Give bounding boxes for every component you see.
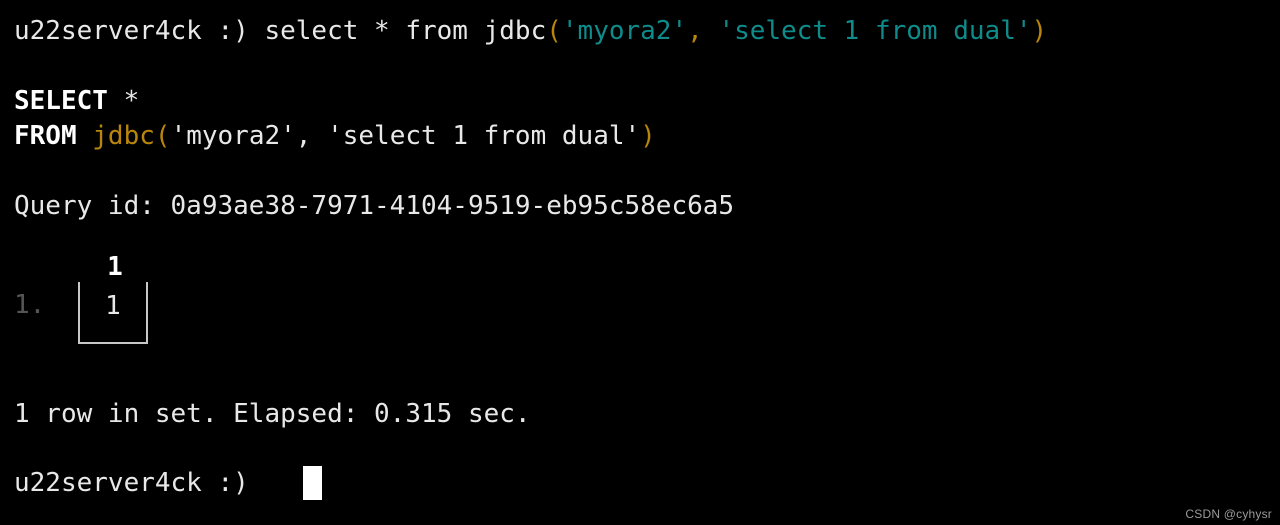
shell-prompt: u22server4ck :) bbox=[14, 16, 249, 46]
row-number-label: 1. bbox=[14, 290, 46, 320]
status-line: 1 row in set. Elapsed: 0.315 sec. bbox=[14, 399, 531, 429]
watermark: CSDN @cyhysr bbox=[1185, 507, 1272, 521]
string-literal-query: 'select 1 from dual' bbox=[718, 16, 1032, 46]
from-keyword: FROM bbox=[14, 121, 77, 151]
table-cell: 1 bbox=[105, 291, 121, 321]
prompt-spacer bbox=[249, 16, 265, 46]
argument-comma: , bbox=[687, 16, 703, 46]
result-table: 1 1 bbox=[77, 252, 153, 344]
select-keyword: SELECT bbox=[14, 86, 108, 116]
command-line: u22server4ck :) select * from jdbc('myor… bbox=[14, 16, 1047, 46]
formatted-query-select-line: SELECT * bbox=[14, 86, 139, 116]
query-id-line: Query id: 0a93ae38-7971-4104-9519-eb95c5… bbox=[14, 191, 735, 221]
final-shell-prompt: u22server4ck :) bbox=[14, 468, 249, 498]
jdbc-function-name: jdbc bbox=[92, 121, 155, 151]
sql-command-text: select * from jdbc bbox=[264, 16, 547, 46]
column-header: 1 bbox=[77, 252, 153, 282]
select-star: * bbox=[107, 86, 140, 116]
open-paren: ( bbox=[546, 16, 562, 46]
from-spacer bbox=[77, 121, 93, 151]
from-arguments: 'myora2', 'select 1 from dual' bbox=[170, 121, 641, 151]
block-cursor bbox=[303, 466, 322, 500]
close-paren: ) bbox=[1031, 16, 1048, 46]
from-open-paren: ( bbox=[154, 121, 171, 151]
string-literal-datasource: 'myora2' bbox=[561, 16, 688, 46]
formatted-query-from-line: FROM jdbc('myora2', 'select 1 from dual'… bbox=[14, 121, 656, 151]
terminal-window[interactable]: u22server4ck :) select * from jdbc('myor… bbox=[0, 0, 1280, 525]
result-set: 1. 1 1 bbox=[14, 252, 153, 348]
argument-spacer bbox=[703, 16, 719, 46]
from-close-paren: ) bbox=[640, 121, 656, 151]
table-row: 1 1 bbox=[77, 252, 153, 344]
